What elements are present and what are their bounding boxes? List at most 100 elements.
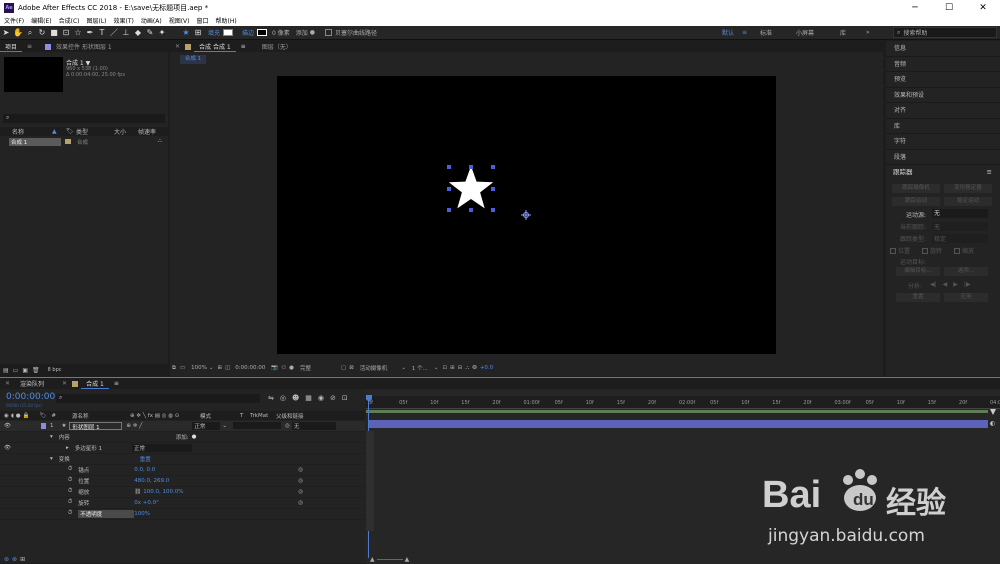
motion-blur-icon[interactable]: ◉ <box>318 394 324 402</box>
reset-button[interactable]: 重置 <box>896 293 940 302</box>
warp-stabilizer-button[interactable]: 变形稳定器 <box>944 184 992 193</box>
col-framerate[interactable]: 帧速率 <box>138 127 156 136</box>
scale-checkbox[interactable] <box>954 247 961 254</box>
col-type[interactable]: 类型 <box>76 127 114 136</box>
apply-button[interactable]: 应用 <box>944 293 988 302</box>
comp-subtab[interactable]: 合成 1 <box>180 55 206 64</box>
menu-view[interactable]: 视图(V) <box>169 16 190 25</box>
prop-row-anchor[interactable]: ⏱ 锚点 0.0, 0.0 ◎ <box>0 465 365 476</box>
col-trkmat[interactable]: TrkMat <box>250 413 276 419</box>
show-snapshot-icon[interactable]: ⚇ <box>281 365 286 371</box>
panel-menu-icon[interactable]: ≡ <box>22 43 37 50</box>
trkmat-dropdown[interactable] <box>233 422 282 430</box>
exposure-value[interactable]: +0.0 <box>480 365 493 371</box>
help-search-box[interactable]: ⌕ 搜索帮助 <box>893 27 997 38</box>
menu-window[interactable]: 窗口 <box>196 16 208 25</box>
menu-animation[interactable]: 动画(A) <box>141 16 162 25</box>
layer-name[interactable]: 形状图层 1 <box>69 421 123 431</box>
layer-mode-dropdown[interactable]: 正常 <box>192 421 221 430</box>
camera-tool-icon[interactable]: ■ <box>48 27 60 39</box>
polystar-visibility-icon[interactable]: 👁 <box>4 445 11 451</box>
work-area-end-icon[interactable] <box>990 409 996 415</box>
camera-dropdown-icon[interactable]: ⌄ <box>401 365 406 371</box>
safe-zones-icon[interactable]: ⊞ <box>217 365 222 371</box>
sort-arrow-icon[interactable]: ▲ <box>52 128 66 135</box>
fill-label[interactable]: 填充 <box>208 28 220 37</box>
analyze-forward-icon[interactable]: ▶ <box>953 281 958 290</box>
add-content-icon[interactable]: ● <box>192 434 197 440</box>
composition-viewer[interactable] <box>277 76 776 354</box>
prop-row-opacity[interactable]: ⏱ 不透明度 100% <box>0 509 365 520</box>
transparency-grid-icon[interactable]: ⊠ <box>349 365 354 371</box>
prop-row-scale[interactable]: ⏱ 缩放 ⛓ 100.0, 100.0% ◎ <box>0 487 365 498</box>
label-col-icon[interactable]: 🏷 <box>66 128 76 135</box>
viewer-timecode[interactable]: 0:00:00:00 <box>235 365 265 371</box>
pen-tool-icon[interactable]: ✒ <box>84 27 96 39</box>
layer-row[interactable]: 👁 1 ★ 形状图层 1 ⊕ ✲ ╱ 正常 ⌄ ◎ 无 <box>0 421 365 432</box>
prop-value[interactable]: 100% <box>134 511 298 517</box>
current-timecode[interactable]: 0:00:00:00 <box>6 392 55 402</box>
snapshot-icon[interactable]: 📷 <box>271 365 278 371</box>
prop-row-position[interactable]: ⏱ 位置 480.0, 269.0 ◎ <box>0 476 365 487</box>
pan-behind-tool-icon[interactable]: ⊡ <box>60 27 72 39</box>
edit-target-button[interactable]: 编辑目标... <box>896 267 940 276</box>
toggle-pixel-icon[interactable]: ⊡ <box>443 365 448 371</box>
stabilize-motion-button[interactable]: 稳定运动 <box>944 197 992 206</box>
zoom-tool-icon[interactable]: ⌕ <box>24 27 36 39</box>
workspace-menu-icon[interactable]: ≡ <box>742 29 747 36</box>
resolution-value[interactable]: 完整 <box>300 364 311 372</box>
transfer-controls-toggle-icon[interactable]: ⊗ <box>12 556 17 563</box>
prop-value[interactable]: 0x +0.0° <box>134 500 298 506</box>
audio-icon[interactable]: ◖ <box>11 413 14 419</box>
tab-timeline-comp[interactable]: 合成 1 <box>81 379 109 389</box>
type-tool-icon[interactable]: T <box>96 27 108 39</box>
solo-icon[interactable]: ● <box>16 413 21 419</box>
selection-tool-icon[interactable]: ➤ <box>0 27 12 39</box>
clone-stamp-tool-icon[interactable]: ⊥ <box>120 27 132 39</box>
new-comp-icon[interactable]: ▣ <box>22 367 28 374</box>
star-tool-active-icon[interactable]: ★ <box>180 27 192 39</box>
transform-expand-icon[interactable]: ▾ <box>50 456 53 462</box>
col-t[interactable]: T <box>240 413 250 419</box>
polystar-blend-dropdown[interactable]: 正常 <box>132 443 192 452</box>
comp-panel-menu-icon[interactable]: ≡ <box>236 43 251 50</box>
tab-project[interactable]: 项目 <box>0 42 23 52</box>
add-label[interactable]: 添加: <box>176 433 189 441</box>
eraser-tool-icon[interactable]: ◆ <box>132 27 144 39</box>
flowchart-icon[interactable]: ⛬ <box>465 365 469 372</box>
menu-edit[interactable]: 编辑(E) <box>31 16 51 25</box>
prop-value[interactable]: 100.0, 100.0% <box>143 489 298 495</box>
workspace-more-icon[interactable]: » <box>866 29 870 36</box>
vr-icon[interactable]: ▭ <box>180 365 185 371</box>
polystar-row[interactable]: 👁 ▸ 多边星形 1 正常 <box>0 443 365 454</box>
tab-composition[interactable]: 合成 合成 1 <box>194 42 236 52</box>
add-label[interactable]: 添加 <box>296 28 308 37</box>
av-features-icon[interactable]: ◉ <box>4 413 9 419</box>
views-dropdown-icon[interactable]: ⌄ <box>434 365 439 371</box>
panel-align[interactable]: 对齐 <box>886 103 1000 119</box>
constrain-link-icon[interactable]: ⛓ <box>134 489 141 495</box>
lock-icon[interactable]: 🔒 <box>23 413 30 419</box>
workspace-default[interactable]: 默认 <box>722 28 734 37</box>
stroke-width-value[interactable]: 0 像素 <box>272 28 290 37</box>
brush-tool-icon[interactable]: ／ <box>108 27 120 39</box>
workspace-library[interactable]: 库 <box>840 28 846 37</box>
rotate-tool-icon[interactable]: ↻ <box>36 27 48 39</box>
new-folder-icon[interactable]: ▭ <box>13 367 19 374</box>
panel-preview[interactable]: 预览 <box>886 72 1000 88</box>
region-of-interest-icon[interactable]: ▢ <box>341 365 346 371</box>
close-tab-icon[interactable]: ✕ <box>170 43 185 50</box>
menu-composition[interactable]: 合成(C) <box>59 16 80 25</box>
transform-row[interactable]: ▾ 变换 重置 <box>0 454 365 465</box>
interpret-footage-icon[interactable]: ▤ <box>3 367 9 374</box>
project-item-name[interactable]: 合成 1 <box>9 137 61 146</box>
layer-switches[interactable]: ⊕ ✲ ╱ <box>126 423 192 429</box>
comp-button-icon[interactable]: ◐ <box>990 420 995 427</box>
analyze-forward-frame-icon[interactable]: |▶ <box>964 281 971 290</box>
panel-audio[interactable]: 音频 <box>886 57 1000 72</box>
expression-icon[interactable]: ◎ <box>298 478 303 484</box>
timeline-menu-icon[interactable]: ≡ <box>109 380 124 387</box>
workspace-small-screen[interactable]: 小屏幕 <box>796 28 814 37</box>
col-name[interactable]: 名称 <box>12 127 52 136</box>
menu-effect[interactable]: 效果(T) <box>114 16 134 25</box>
